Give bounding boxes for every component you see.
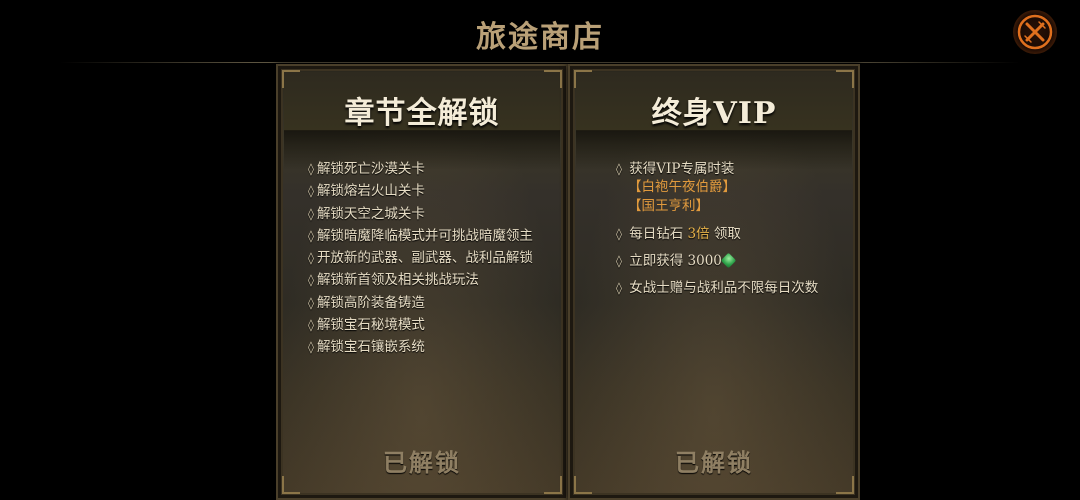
corner-ornament: [282, 70, 300, 88]
list-item: ◊ 解锁宝石镶嵌系统: [308, 339, 425, 356]
close-button[interactable]: [1013, 10, 1057, 54]
diamond-bullet-icon: ◊: [616, 227, 622, 241]
corner-ornament: [282, 476, 300, 494]
vip-costume-name: 【国王亨利】: [628, 198, 709, 214]
unlocked-status-button[interactable]: 已解锁: [278, 443, 566, 478]
list-item: ◊ 解锁死亡沙漠关卡: [308, 161, 425, 177]
list-item: ◊ 解锁熔岩火山关卡: [308, 183, 425, 200]
diamond-bullet-icon: ◊: [308, 340, 314, 355]
list-item: ◊ 获得VIP专属时装: [616, 161, 735, 177]
list-item: ◊ 解锁宝石秘境模式: [308, 317, 425, 334]
header-divider: [60, 62, 1020, 63]
card-header: 章节全解锁: [284, 72, 560, 131]
corner-ornament: [574, 476, 592, 494]
lifetime-vip-card[interactable]: 终身VIP ◊ 获得VIP专属时装 【白袍午夜伯爵】 【国王亨利】 ◊ 每日钻石…: [568, 64, 860, 500]
diamond-bullet-icon: ◊: [308, 251, 314, 266]
diamond-bullet-icon: ◊: [308, 228, 314, 243]
diamond-bullet-icon: ◊: [616, 162, 622, 176]
gem-icon: [720, 252, 737, 269]
list-item: ◊ 解锁暗魔降临模式并可挑战暗魔领主: [308, 227, 533, 244]
list-item: ◊ 解锁高阶装备铸造: [308, 294, 425, 311]
diamond-bullet-icon: ◊: [616, 281, 622, 295]
list-item: ◊ 开放新的武器、副武器、战利品解锁: [308, 250, 533, 267]
diamond-bullet-icon: ◊: [308, 206, 314, 221]
diamond-bullet-icon: ◊: [308, 318, 314, 333]
list-item: ◊ 立即获得 3000: [616, 252, 848, 270]
diamond-bullet-icon: ◊: [308, 295, 314, 310]
vip-benefit-list: ◊ 获得VIP专属时装 【白袍午夜伯爵】 【国王亨利】 ◊ 每日钻石 3倍 领取…: [616, 160, 848, 297]
list-item: ◊ 每日钻石 3倍 领取: [616, 226, 741, 242]
corner-ornament: [836, 70, 854, 88]
close-x-icon: [1017, 14, 1053, 50]
diamond-bullet-icon: ◊: [616, 254, 622, 268]
page-title: 旅途商店: [476, 20, 604, 55]
card-header: 终身VIP: [576, 72, 852, 131]
corner-ornament: [574, 70, 592, 88]
diamond-bullet-icon: ◊: [308, 184, 314, 199]
chapter-unlock-card[interactable]: 章节全解锁 ◊ 解锁死亡沙漠关卡 ◊ 解锁熔岩火山关卡 ◊ 解锁天空之城关卡 ◊ 解锁暗…: [276, 64, 568, 500]
list-item: ◊ 女战士赠与战利品不限每日次数: [616, 280, 819, 296]
list-item: ◊ 解锁新首领及相关挑战玩法: [308, 272, 479, 289]
card-title: 终身VIP: [651, 96, 777, 131]
corner-ornament: [836, 476, 854, 494]
list-item: ◊ 解锁天空之城关卡: [308, 205, 425, 222]
diamond-bullet-icon: ◊: [308, 273, 314, 288]
card-title: 章节全解锁: [344, 96, 500, 131]
corner-ornament: [544, 476, 562, 494]
top-bar: 旅途商店: [0, 0, 1080, 62]
diamond-bullet-icon: ◊: [308, 162, 314, 176]
unlocked-status-button[interactable]: 已解锁: [570, 443, 858, 478]
vip-costume-name: 【白袍午夜伯爵】: [628, 179, 736, 195]
feature-list: ◊ 解锁死亡沙漠关卡 ◊ 解锁熔岩火山关卡 ◊ 解锁天空之城关卡 ◊ 解锁暗魔降临模式并…: [308, 158, 556, 359]
corner-ornament: [544, 70, 562, 88]
